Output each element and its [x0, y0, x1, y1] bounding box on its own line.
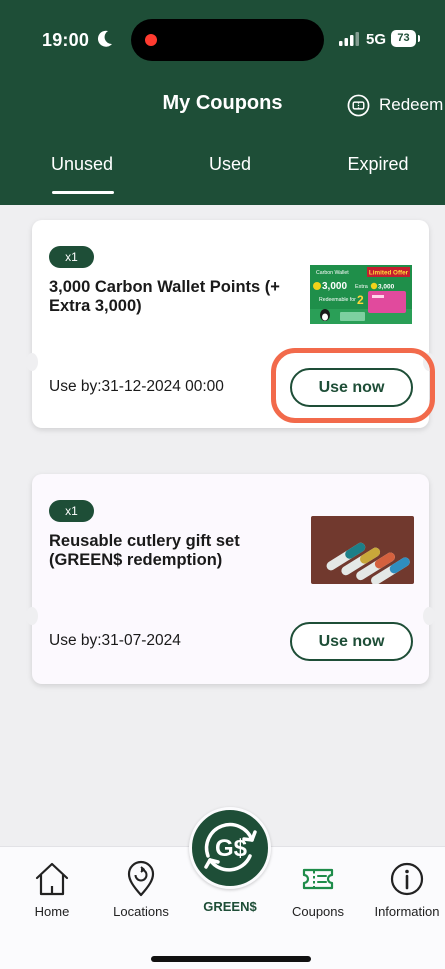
nav-information[interactable]: Information: [362, 847, 445, 919]
coupon-card[interactable]: x1 Reusable cutlery gift set (GREEN$ red…: [26, 474, 435, 684]
carbon-wallet-thumbnail: Limited Offer Carbon Wallet 3,000 Extra …: [310, 265, 412, 324]
redeem-button[interactable]: Redeem: [347, 93, 443, 117]
use-by-date: Use by:31-07-2024: [49, 632, 181, 649]
coupon-title: 3,000 Carbon Wallet Points (+ Extra 3,00…: [49, 278, 280, 315]
highlight-annotation: [271, 348, 435, 423]
thumb-redeemable: Redeemable for: [319, 297, 356, 303]
nav-green-dollar[interactable]: G$: [189, 807, 271, 889]
quantity-badge: x1: [49, 500, 94, 522]
nav-home[interactable]: Home: [7, 847, 97, 919]
status-time: 19:00: [42, 30, 90, 50]
nav-label: Home: [34, 904, 70, 919]
signal-icon: [339, 32, 359, 46]
tab-used[interactable]: Used: [209, 154, 251, 175]
ticket-notch: [26, 353, 38, 371]
location-pin-icon: [127, 860, 155, 897]
nav-label: Coupons: [291, 904, 345, 919]
status-bar: 19:00 5G 73: [0, 0, 445, 82]
ticket-notch: [423, 607, 435, 625]
ticket-notch: [26, 607, 38, 625]
use-by-date: Use by:31-12-2024 00:00: [49, 378, 224, 395]
tab-unused[interactable]: Unused: [51, 154, 113, 175]
recording-indicator-icon: [145, 34, 157, 46]
thumb-points: 3,000: [322, 281, 347, 292]
use-now-button[interactable]: Use now: [290, 622, 413, 661]
thumb-extra-label: Extra: [355, 284, 369, 290]
moon-icon: [97, 30, 112, 47]
network-type: 5G: [366, 31, 387, 48]
nav-label: GREEN$: [203, 899, 257, 914]
green-dollar-icon: G$: [204, 822, 257, 872]
nav-coupons[interactable]: Coupons: [273, 847, 363, 919]
app-header: 19:00 5G 73 My Coupons Redeem Unused Use…: [0, 0, 445, 205]
coupon-tabs: Unused Used Expired: [0, 150, 445, 205]
thumb-brand: Carbon Wallet: [316, 270, 349, 276]
home-icon: [35, 862, 69, 896]
thumb-big-number: 2: [357, 293, 364, 307]
tab-expired[interactable]: Expired: [347, 154, 408, 175]
thumb-extra-points: 3,000: [378, 284, 395, 291]
svg-text:G$: G$: [215, 835, 248, 862]
nav-locations[interactable]: Locations: [96, 847, 186, 919]
home-indicator[interactable]: [151, 956, 311, 962]
info-icon: [390, 862, 424, 896]
nav-label: Locations: [113, 904, 169, 919]
quantity-badge: x1: [49, 246, 94, 268]
redeem-ticket-icon: [347, 94, 370, 116]
ticket-icon: [302, 868, 334, 890]
coupon-title: Reusable cutlery gift set (GREEN$ redemp…: [49, 532, 240, 569]
active-tab-indicator: [52, 191, 114, 194]
nav-label: Information: [374, 904, 440, 919]
battery-icon: 73: [391, 30, 420, 47]
redeem-label: Redeem: [379, 95, 444, 114]
thumb-badge: Limited Offer: [369, 270, 409, 277]
cutlery-set-thumbnail: [311, 516, 414, 584]
dynamic-island: [131, 19, 324, 61]
